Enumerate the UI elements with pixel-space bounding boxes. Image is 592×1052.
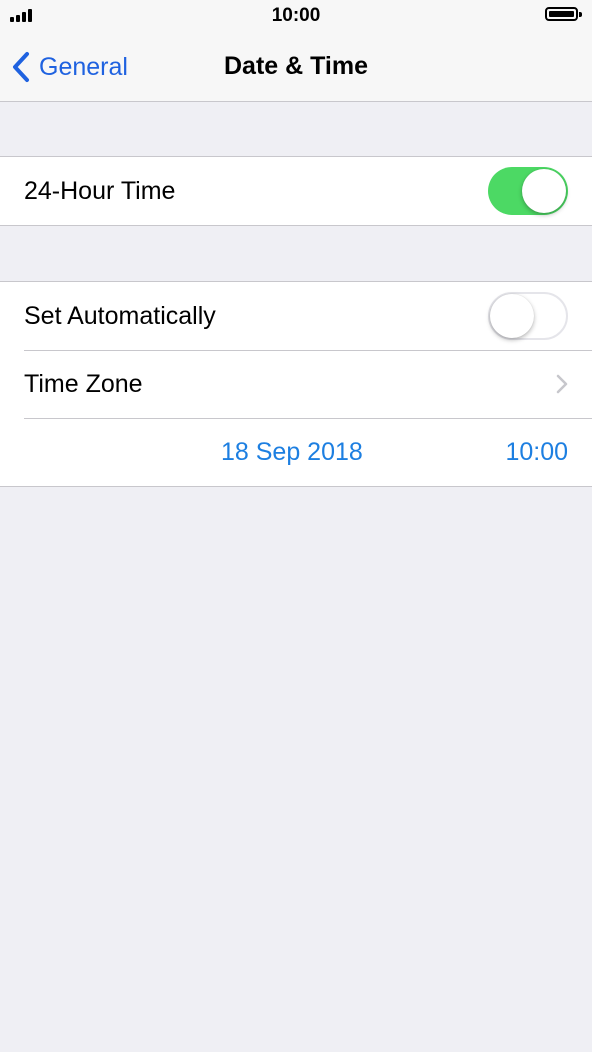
navigation-bar: General Date & Time — [0, 34, 592, 102]
settings-group-clock-format: 24-Hour Time — [0, 156, 592, 226]
date-value[interactable]: 18 Sep 2018 — [221, 418, 363, 486]
row-label: Set Automatically — [24, 302, 216, 330]
row-time-zone[interactable]: Time Zone — [0, 350, 592, 418]
row-date-time-picker: 18 Sep 2018 10:00 — [0, 418, 592, 486]
chevron-right-icon — [556, 374, 568, 394]
toggle-knob — [522, 169, 566, 213]
settings-group-date-time: Set Automatically Time Zone 18 Sep 2018 … — [0, 281, 592, 487]
battery-tip — [579, 12, 582, 17]
time-value[interactable]: 10:00 — [505, 418, 568, 486]
page-title: Date & Time — [223, 52, 369, 80]
toggle-24-hour-time[interactable] — [488, 167, 568, 215]
row-set-automatically: Set Automatically — [0, 282, 592, 350]
row-label: 24-Hour Time — [24, 177, 176, 205]
toggle-knob — [490, 294, 534, 338]
row-24-hour-time: 24-Hour Time — [0, 157, 592, 225]
status-time: 10:00 — [271, 5, 321, 26]
battery-level-fill — [549, 11, 574, 17]
battery-icon — [545, 7, 578, 21]
toggle-set-automatically[interactable] — [488, 292, 568, 340]
status-bar: 10:00 — [0, 0, 592, 34]
row-label: Time Zone — [24, 370, 143, 398]
